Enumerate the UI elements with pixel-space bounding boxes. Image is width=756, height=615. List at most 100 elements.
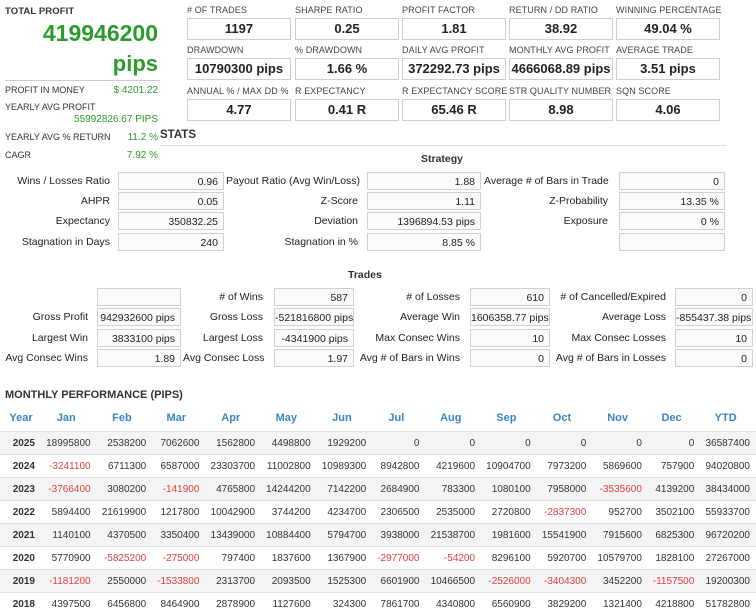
metric-label: DAILY AVG PROFIT [402, 45, 506, 55]
month-cell: 3350400 [152, 524, 205, 547]
trade-label: Max Consec Wins [356, 332, 460, 344]
stat-value: 240 [118, 233, 224, 251]
trade-value: -4341900 pips [274, 329, 354, 347]
metric-card-daily-avg: DAILY AVG PROFIT 372292.73 pips [402, 45, 506, 80]
month-cell: 4340800 [425, 593, 481, 615]
stat-label: Average # of Bars in Trade [484, 175, 608, 187]
month-cell: -3404300 [537, 570, 593, 593]
stat-value: 8.85 % [367, 233, 481, 251]
month-cell: 1837600 [261, 547, 317, 570]
stat-label: Exposure [484, 215, 608, 227]
month-cell: -54200 [425, 547, 481, 570]
metric-card-return-dd: RETURN / DD RATIO 38.92 [509, 5, 613, 40]
month-cell: 0 [372, 432, 425, 455]
total-profit-label: TOTAL PROFIT [5, 6, 74, 17]
metric-card-winning-pct: WINNING PERCENTAGE 49.04 % [616, 5, 720, 40]
trade-value: 10 [470, 329, 550, 347]
stat-value: 0 % [619, 212, 725, 230]
col-header-apr: Apr [205, 405, 261, 432]
stat-label: Z-Probability [484, 195, 608, 207]
trade-label: Average Win [356, 311, 460, 323]
metric-value: 65.46 R [402, 99, 506, 121]
month-cell: 3452200 [592, 570, 648, 593]
trade-label: Max Consec Losses [552, 332, 666, 344]
month-cell: 5794700 [317, 524, 373, 547]
metric-card-r-expectancy-score: R EXPECTANCY SCORE 65.46 R [402, 86, 506, 121]
metric-value: 4.06 [616, 99, 720, 121]
stat-value: 1.88 [367, 172, 481, 190]
yearly-avg-profit-label: YEARLY AVG PROFIT [5, 102, 96, 112]
metric-label: SHARPE RATIO [295, 5, 399, 15]
stats-divider [160, 145, 726, 146]
month-cell: -1533800 [152, 570, 205, 593]
year-cell: 2023 [0, 478, 41, 501]
year-cell: 2020 [0, 547, 41, 570]
ytd-cell: 94020800 [700, 455, 756, 478]
total-profit-unit: pips [0, 51, 158, 77]
metric-card-pct-drawdown: % DRAWDOWN 1.66 % [295, 45, 399, 80]
month-cell: 2550000 [97, 570, 153, 593]
trade-value: 0 [675, 288, 753, 306]
month-cell: 7973200 [537, 455, 593, 478]
year-cell: 2025 [0, 432, 41, 455]
trade-value: 1.97 [274, 349, 354, 367]
metric-value: 4666068.89 pips [509, 58, 613, 80]
metric-value: 1.66 % [295, 58, 399, 80]
month-cell: 2313700 [205, 570, 261, 593]
metric-value: 1197 [187, 18, 291, 40]
metric-card-r-expectancy: R EXPECTANCY 0.41 R [295, 86, 399, 121]
metric-label: % DRAWDOWN [295, 45, 399, 55]
trade-value: 0 [470, 349, 550, 367]
month-cell: 18995800 [41, 432, 97, 455]
strategy-heading: Strategy [421, 153, 463, 165]
trade-label: Gross Profit [0, 311, 88, 323]
month-cell: 2535000 [425, 501, 481, 524]
trades-heading: Trades [348, 269, 382, 281]
month-cell: 1321400 [592, 593, 648, 615]
month-cell: 3080200 [97, 478, 153, 501]
metric-value: 49.04 % [616, 18, 720, 40]
trade-label: Avg Consec Wins [0, 352, 88, 364]
month-cell: 11002800 [261, 455, 317, 478]
trade-label: Avg # of Bars in Losses [552, 352, 666, 364]
month-cell: 4139200 [648, 478, 700, 501]
month-cell: 14244200 [261, 478, 317, 501]
month-cell: 10579700 [592, 547, 648, 570]
trade-label: Largest Win [0, 332, 88, 344]
metric-value: 372292.73 pips [402, 58, 506, 80]
month-cell: 1525300 [317, 570, 373, 593]
month-cell: 10989300 [317, 455, 373, 478]
month-cell: 7062600 [152, 432, 205, 455]
month-cell: -3535600 [592, 478, 648, 501]
col-header-feb: Feb [97, 405, 153, 432]
month-cell: 6825300 [648, 524, 700, 547]
stat-value: 1396894.53 pips [367, 212, 481, 230]
year-cell: 2024 [0, 455, 41, 478]
col-header-sep: Sep [481, 405, 537, 432]
month-cell: 0 [648, 432, 700, 455]
stat-value: 350832.25 [118, 212, 224, 230]
month-cell: 7861700 [372, 593, 425, 615]
stat-label: Stagnation in % [226, 236, 358, 248]
trade-value-empty [97, 288, 181, 306]
year-cell: 2021 [0, 524, 41, 547]
stat-value: 0.96 [118, 172, 224, 190]
year-cell: 2019 [0, 570, 41, 593]
month-cell: -275000 [152, 547, 205, 570]
month-cell: 3829200 [537, 593, 593, 615]
month-cell: 1929200 [317, 432, 373, 455]
month-cell: -2977000 [372, 547, 425, 570]
metric-label: RETURN / DD RATIO [509, 5, 613, 15]
trade-label: Largest Loss [183, 332, 263, 344]
month-cell: 6711300 [97, 455, 153, 478]
month-cell: 1562800 [205, 432, 261, 455]
trade-value: 10 [675, 329, 753, 347]
month-cell: 2878900 [205, 593, 261, 615]
month-cell: 4370500 [97, 524, 153, 547]
metric-value: 10790300 pips [187, 58, 291, 80]
metric-label: ANNUAL % / MAX DD % [187, 86, 291, 96]
metric-label: R EXPECTANCY [295, 86, 399, 96]
month-cell: 10042900 [205, 501, 261, 524]
month-cell: 1140100 [41, 524, 97, 547]
monthly-row: 2023-37664003080200-14190047658001424420… [0, 478, 756, 501]
